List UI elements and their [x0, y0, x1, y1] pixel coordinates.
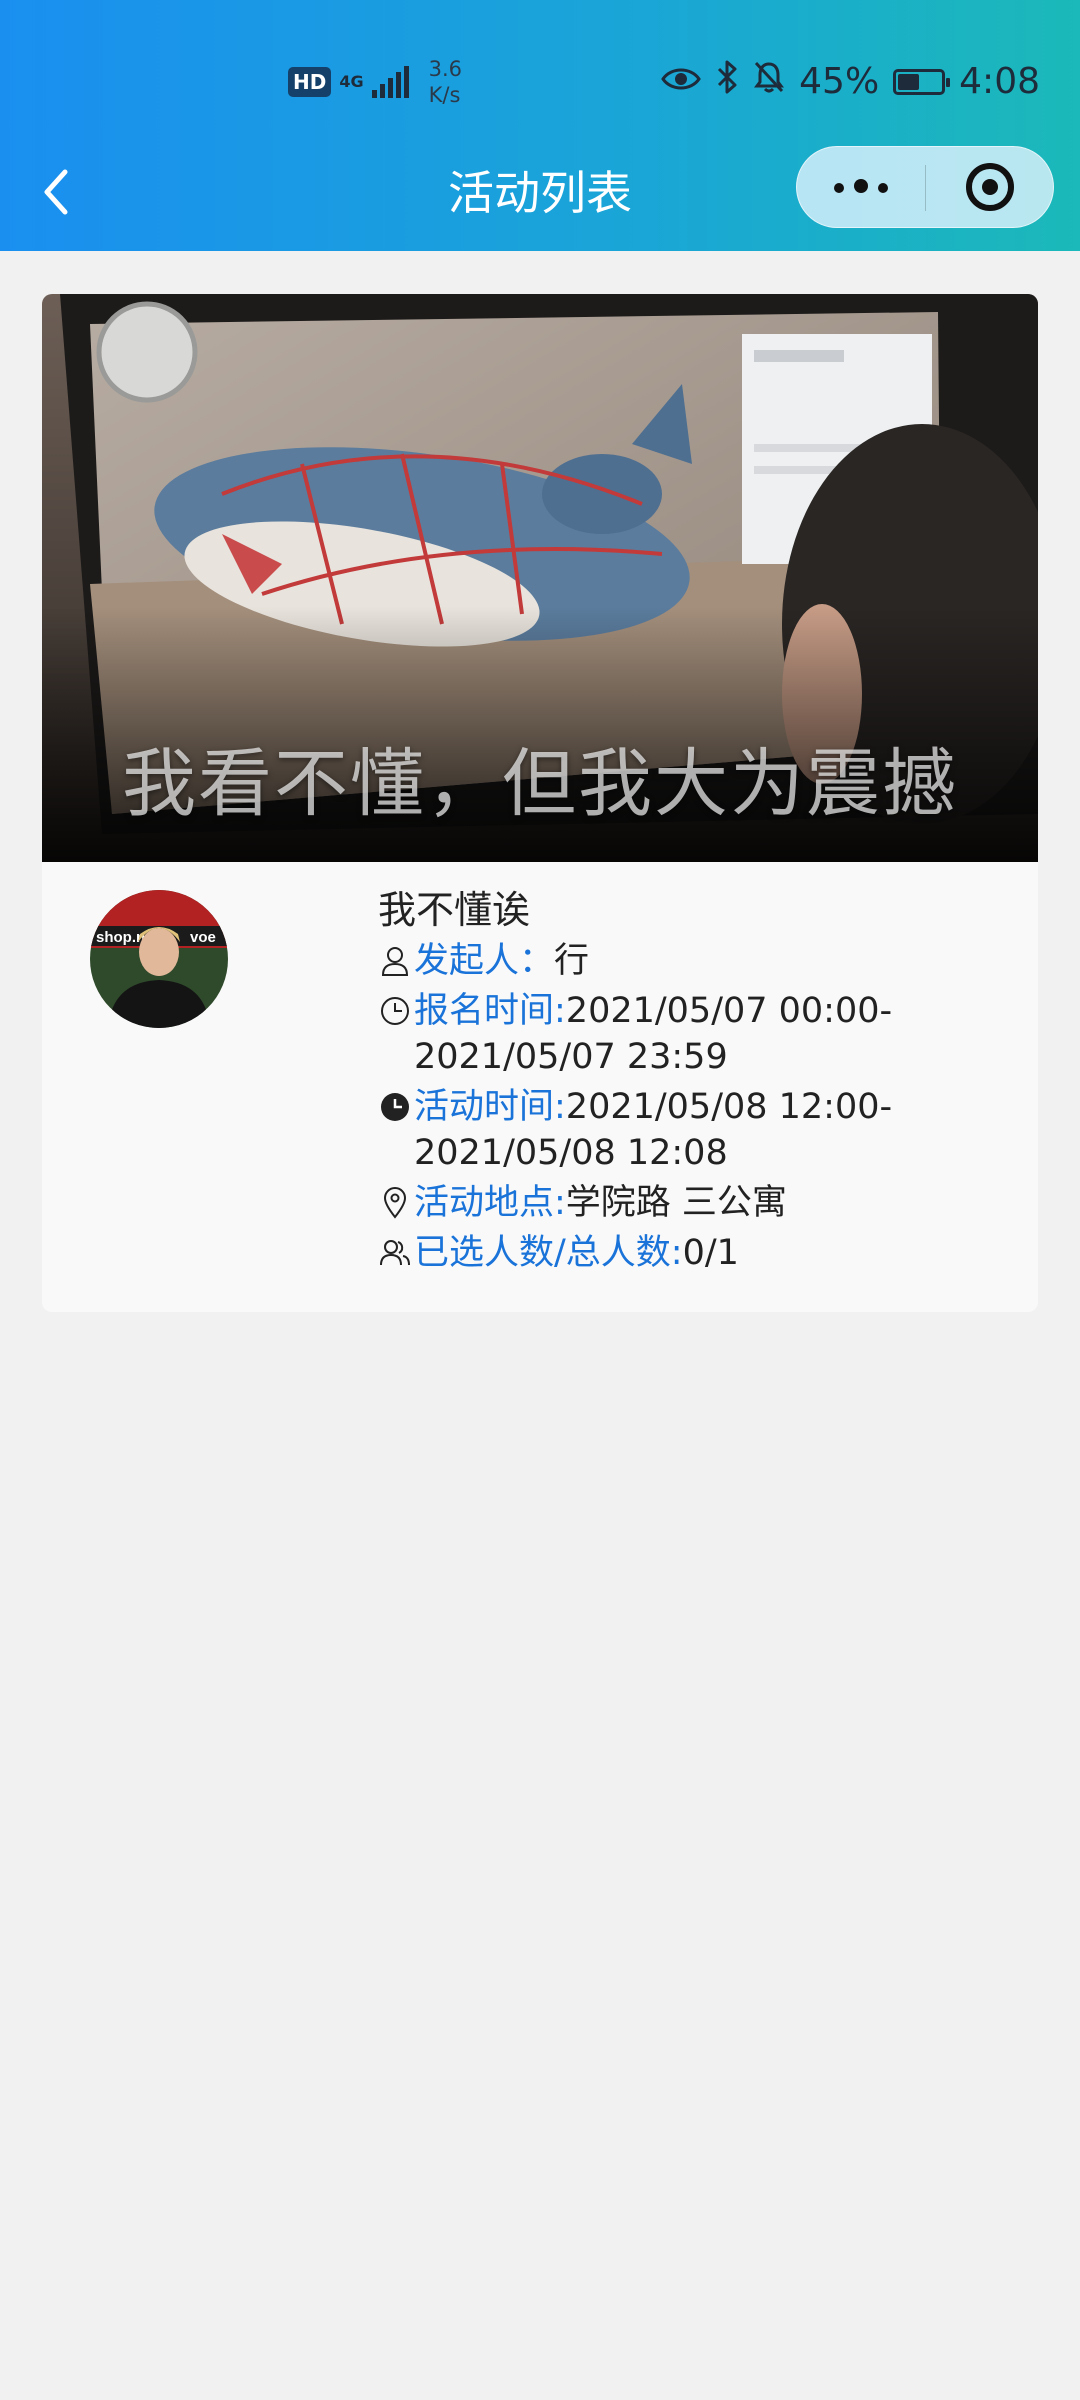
- participants-label: 已选人数/总人数:: [414, 1233, 683, 1273]
- close-miniapp-button[interactable]: [926, 147, 1054, 227]
- bell-off-icon: [753, 60, 785, 103]
- event-time-label: 活动时间:: [414, 1087, 566, 1127]
- clock-filled-icon: [378, 1084, 412, 1130]
- activity-title: 我不懂诶: [378, 888, 531, 932]
- signup-time-row: 报名时间:2021/05/07 00:00-2021/05/07 23:59: [378, 988, 1018, 1080]
- more-dots-icon: [829, 178, 893, 197]
- hd-badge: HD: [288, 67, 332, 97]
- svg-text:shop.n: shop.n: [96, 929, 145, 946]
- participants-value: 0/1: [682, 1233, 739, 1273]
- users-icon: [378, 1230, 412, 1276]
- participants-row: 已选人数/总人数:0/1: [378, 1230, 1018, 1276]
- user-icon: [378, 938, 412, 984]
- svg-text:voe: voe: [190, 929, 216, 946]
- miniapp-capsule: [796, 146, 1054, 228]
- target-icon: [966, 163, 1014, 211]
- eye-icon: [661, 61, 701, 102]
- status-right: 45% 4:08: [661, 60, 1040, 103]
- activity-info: 我不懂诶 发起人：行 报名时间:2021/05/07 00:00-2021/05…: [378, 884, 1018, 1280]
- net-speed-unit: K/s: [428, 83, 461, 107]
- organizer-value: 行: [554, 941, 590, 981]
- battery-percent: 45%: [799, 61, 880, 102]
- network-type: 4G: [339, 72, 364, 91]
- organizer-row: 发起人：行: [378, 938, 1018, 984]
- location-row: 活动地点:学院路 三公寓: [378, 1180, 1018, 1226]
- event-time-row: 活动时间:2021/05/08 12:00-2021/05/08 12:08: [378, 1084, 1018, 1176]
- net-speed: 3.6 K/s: [429, 56, 462, 108]
- nav-bar: 活动列表: [0, 140, 1080, 251]
- avatar: shop.n voe: [90, 890, 228, 1028]
- more-button[interactable]: [797, 147, 925, 227]
- clock-outline-icon: [378, 988, 412, 1034]
- location-pin-icon: [378, 1180, 412, 1226]
- location-value: 学院路 三公寓: [565, 1183, 787, 1223]
- clock: 4:08: [959, 61, 1040, 102]
- status-left: HD 4G 3.6 K/s: [288, 56, 462, 108]
- signal-icon: [371, 66, 409, 98]
- battery-icon: [893, 68, 951, 95]
- net-speed-value: 3.6: [428, 57, 463, 81]
- activity-card[interactable]: 我看不懂，但我大为震撼 shop.n voe 我不懂诶 发起人：行 报名时间:2…: [42, 294, 1038, 1312]
- organizer-label: 发起人：: [414, 941, 555, 981]
- activity-banner-image: 我看不懂，但我大为震撼: [42, 294, 1038, 862]
- top-bar: HD 4G 3.6 K/s 45% 4:08 活动列表: [0, 0, 1080, 251]
- location-label: 活动地点:: [414, 1183, 566, 1223]
- banner-caption: 我看不懂，但我大为震撼: [122, 741, 958, 827]
- signup-time-label: 报名时间:: [414, 991, 566, 1031]
- status-bar: HD 4G 3.6 K/s 45% 4:08: [0, 0, 1080, 160]
- bluetooth-icon: [715, 60, 739, 103]
